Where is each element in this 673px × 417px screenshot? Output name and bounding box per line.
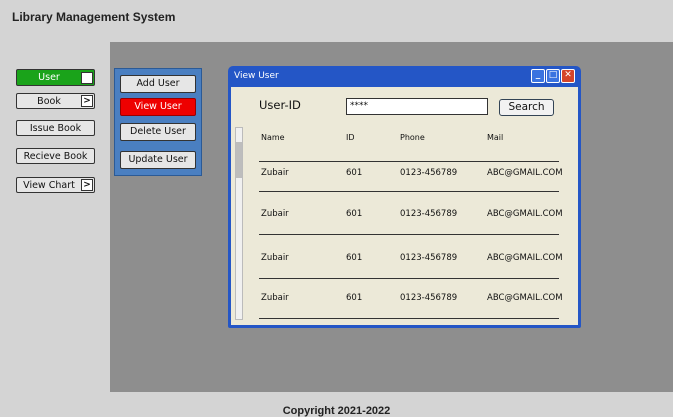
nav-issue-book-label: Issue Book [29, 122, 82, 134]
row-divider [259, 191, 559, 192]
cell-id: 601 [346, 168, 363, 178]
nav-user-label: User [38, 72, 60, 83]
nav-user-button[interactable]: User > [16, 69, 95, 86]
cell-mail: ABC@GMAIL.COM [487, 293, 563, 303]
cell-phone: 0123-456789 [400, 209, 458, 219]
view-user-button[interactable]: View User [120, 98, 196, 116]
view-user-dialog: View User _ □ ✕ User-ID **** Search Name… [228, 66, 581, 328]
column-header-id: ID [346, 133, 355, 142]
chevron-right-icon[interactable]: > [81, 71, 93, 84]
window-controls: _ □ ✕ [531, 69, 575, 83]
maximize-icon[interactable]: □ [546, 69, 560, 83]
cell-phone: 0123-456789 [400, 168, 458, 178]
copyright-text: Copyright 2021-2022 [282, 405, 391, 417]
cell-mail: ABC@GMAIL.COM [487, 168, 563, 178]
add-user-button[interactable]: Add User [120, 75, 196, 93]
cell-name: Zubair [261, 253, 289, 263]
cell-phone: 0123-456789 [400, 253, 458, 263]
scrollbar[interactable] [235, 127, 243, 320]
dialog-body: User-ID **** Search Name ID Phone Mail Z… [231, 87, 578, 325]
cell-id: 601 [346, 293, 363, 303]
app-title: Library Management System [12, 10, 176, 24]
minimize-icon[interactable]: _ [531, 69, 545, 83]
column-header-name: Name [261, 133, 285, 142]
row-divider [259, 318, 559, 319]
cell-phone: 0123-456789 [400, 293, 458, 303]
userid-label: User-ID [259, 98, 301, 112]
cell-id: 601 [346, 253, 363, 263]
dialog-title: View User [234, 71, 279, 81]
close-icon[interactable]: ✕ [561, 69, 575, 83]
cell-name: Zubair [261, 168, 289, 178]
chevron-right-icon[interactable]: > [81, 95, 93, 107]
delete-user-button[interactable]: Delete User [120, 123, 196, 141]
update-user-button[interactable]: Update User [120, 151, 196, 169]
cell-mail: ABC@GMAIL.COM [487, 209, 563, 219]
nav-view-chart-label: View Chart [23, 179, 75, 191]
column-header-mail: Mail [487, 133, 504, 142]
cell-mail: ABC@GMAIL.COM [487, 253, 563, 263]
userid-input[interactable]: **** [346, 98, 488, 115]
cell-name: Zubair [261, 293, 289, 303]
nav-book-button[interactable]: Book > [16, 93, 95, 109]
scrollbar-thumb[interactable] [236, 142, 242, 178]
user-submenu: Add User View User Delete User Update Us… [114, 68, 202, 176]
column-header-phone: Phone [400, 133, 425, 142]
row-divider [259, 161, 559, 162]
nav-issue-book-button[interactable]: Issue Book [16, 120, 95, 136]
row-divider [259, 234, 559, 235]
chevron-right-icon[interactable]: > [81, 179, 93, 191]
search-button[interactable]: Search [499, 99, 554, 116]
nav-recieve-book-label: Recieve Book [23, 150, 88, 162]
nav-recieve-book-button[interactable]: Recieve Book [16, 148, 95, 164]
cell-name: Zubair [261, 209, 289, 219]
nav-view-chart-button[interactable]: View Chart > [16, 177, 95, 193]
nav-book-label: Book [37, 95, 61, 107]
cell-id: 601 [346, 209, 363, 219]
row-divider [259, 278, 559, 279]
